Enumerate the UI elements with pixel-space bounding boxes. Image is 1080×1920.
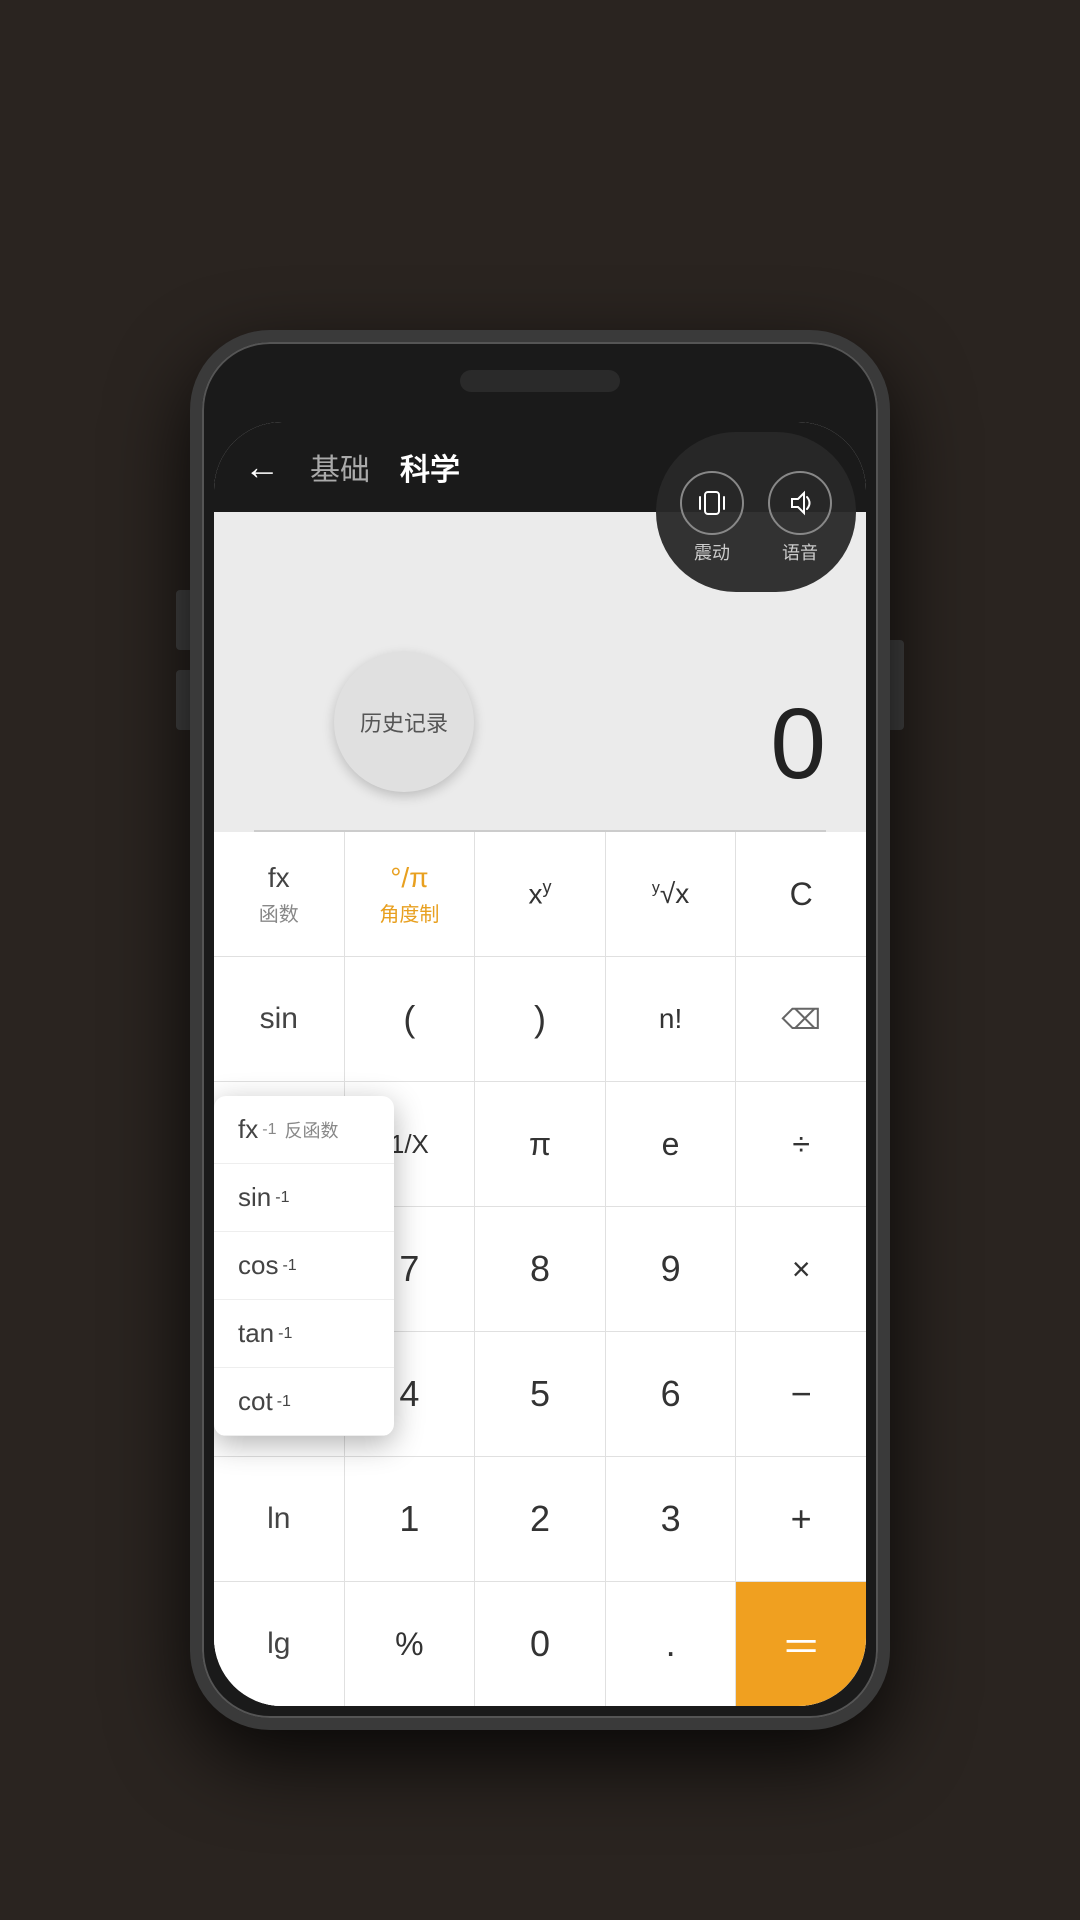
key-sin[interactable]: sin: [214, 957, 345, 1081]
key-decimal[interactable]: .: [606, 1582, 737, 1706]
voice-option[interactable]: 语音: [768, 471, 832, 565]
key-backspace[interactable]: ⌫: [736, 957, 866, 1081]
tab-science[interactable]: 科学: [400, 445, 460, 489]
popup-item-cot-inverse[interactable]: cot-1: [214, 1368, 394, 1436]
key-equals[interactable]: ＝: [736, 1582, 866, 1706]
phone-screen: ← 基础 科学: [214, 422, 866, 1706]
popup-item-sin-inverse[interactable]: sin-1: [214, 1164, 394, 1232]
key-root[interactable]: y√x: [606, 832, 737, 956]
key-lg[interactable]: lg: [214, 1582, 345, 1706]
key-pi[interactable]: π: [475, 1082, 606, 1206]
top-bar: ← 基础 科学: [214, 422, 866, 512]
key-add[interactable]: +: [736, 1457, 866, 1581]
back-button[interactable]: ←: [244, 446, 280, 488]
volume-up-button[interactable]: [176, 590, 190, 650]
key-row-6: lg % 0 . ＝: [214, 1582, 866, 1706]
phone-frame: ← 基础 科学: [190, 330, 890, 1730]
popup-item-cos-inverse[interactable]: cos-1: [214, 1232, 394, 1300]
key-0[interactable]: 0: [475, 1582, 606, 1706]
key-ln[interactable]: ln: [214, 1457, 345, 1581]
key-close-paren[interactable]: ): [475, 957, 606, 1081]
key-open-paren[interactable]: (: [345, 957, 476, 1081]
key-6[interactable]: 6: [606, 1332, 737, 1456]
key-row-0: fx 函数 °/π 角度制 xy y√x: [214, 832, 866, 957]
float-menu: 震动 语音: [656, 432, 856, 592]
popup-item-fx-inverse[interactable]: fx-1 反函数: [214, 1096, 394, 1164]
tab-basic[interactable]: 基础: [310, 445, 370, 489]
keyboard: fx-1 反函数 sin-1 cos-1 tan-1: [214, 832, 866, 1706]
key-divide[interactable]: ÷: [736, 1082, 866, 1206]
key-5[interactable]: 5: [475, 1332, 606, 1456]
key-angle[interactable]: °/π 角度制: [345, 832, 476, 956]
key-2[interactable]: 2: [475, 1457, 606, 1581]
history-button[interactable]: 历史记录: [334, 652, 474, 792]
volume-down-button[interactable]: [176, 670, 190, 730]
display-value: 0: [770, 687, 826, 802]
key-8[interactable]: 8: [475, 1207, 606, 1331]
key-power[interactable]: xy: [475, 832, 606, 956]
key-percent[interactable]: %: [345, 1582, 476, 1706]
key-9[interactable]: 9: [606, 1207, 737, 1331]
vibrate-label: 震动: [694, 539, 730, 565]
key-3[interactable]: 3: [606, 1457, 737, 1581]
key-factorial[interactable]: n!: [606, 957, 737, 1081]
vibrate-icon: [680, 471, 744, 535]
key-1[interactable]: 1: [345, 1457, 476, 1581]
key-multiply[interactable]: ×: [736, 1207, 866, 1331]
popup-menu: fx-1 反函数 sin-1 cos-1 tan-1: [214, 1096, 394, 1436]
phone-speaker: [460, 370, 620, 392]
key-subtract[interactable]: −: [736, 1332, 866, 1456]
vibrate-option[interactable]: 震动: [680, 471, 744, 565]
key-fx[interactable]: fx 函数: [214, 832, 345, 956]
nav-tabs: 基础 科学: [310, 445, 460, 489]
power-button[interactable]: [890, 640, 904, 730]
key-row-1: sin ( ) n! ⌫: [214, 957, 866, 1082]
key-euler[interactable]: e: [606, 1082, 737, 1206]
phone-container: ← 基础 科学: [190, 330, 890, 1730]
key-clear[interactable]: C: [736, 832, 866, 956]
voice-label: 语音: [782, 539, 818, 565]
key-row-5: ln 1 2 3 +: [214, 1457, 866, 1582]
keyboard-area: fx-1 反函数 sin-1 cos-1 tan-1: [214, 832, 866, 1706]
voice-icon: [768, 471, 832, 535]
popup-item-tan-inverse[interactable]: tan-1: [214, 1300, 394, 1368]
